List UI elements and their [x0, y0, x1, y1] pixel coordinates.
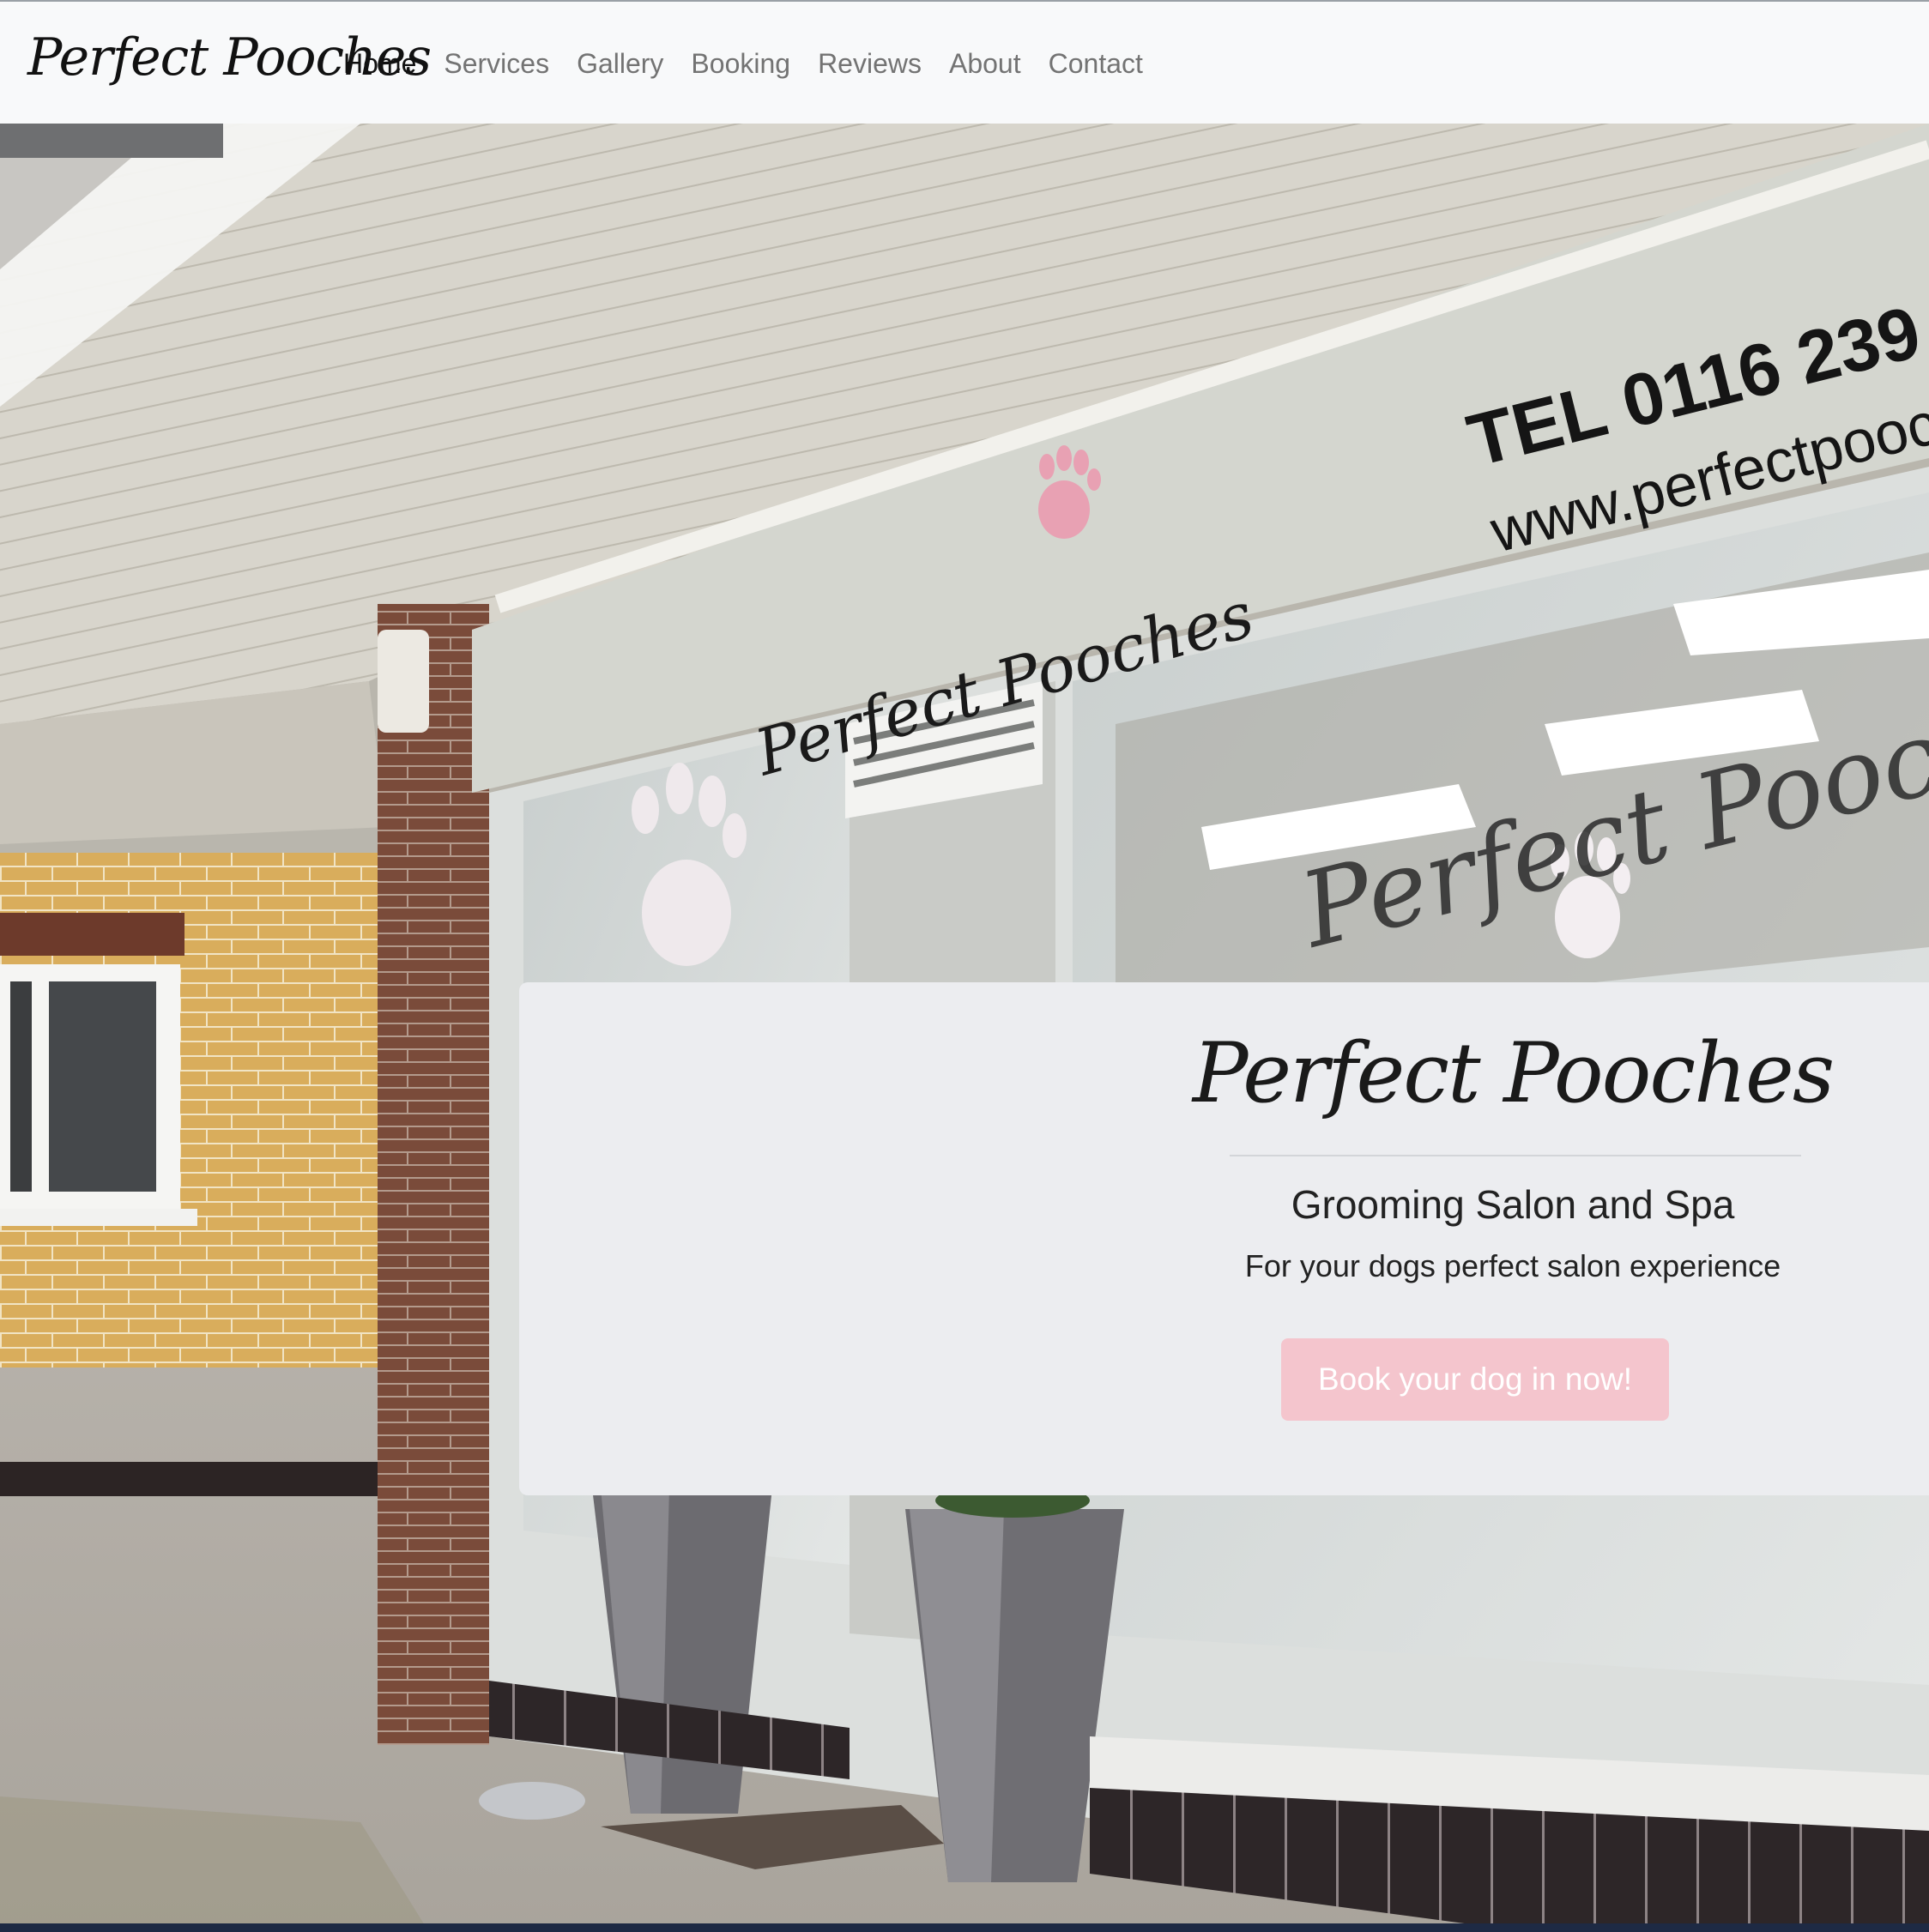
- page-bottom-strip: [0, 1923, 1929, 1932]
- jumbotron-divider: [1230, 1155, 1801, 1156]
- nav-link-home[interactable]: Home: [343, 48, 416, 80]
- nav-links: Home Services Gallery Booking Reviews Ab…: [343, 2, 1143, 125]
- jumbotron-lead: For your dogs perfect salon experience: [1244, 1248, 1781, 1283]
- jumbotron-subtitle: Grooming Salon and Spa: [1291, 1182, 1735, 1227]
- page: Perfect Pooches Home Services Gallery Bo…: [0, 0, 1929, 1932]
- hero-jumbotron: Perfect Pooches Grooming Salon and Spa F…: [519, 982, 1929, 1495]
- nav-link-contact[interactable]: Contact: [1049, 48, 1143, 80]
- nav-link-services[interactable]: Services: [444, 48, 549, 80]
- nav-link-about[interactable]: About: [949, 48, 1021, 80]
- jumbotron-content: Perfect Pooches Grooming Salon and Spa F…: [1187, 982, 1839, 1495]
- dog-water-bowl: [479, 1782, 585, 1820]
- jumbotron-title: Perfect Pooches: [1192, 1025, 1835, 1121]
- nav-link-reviews[interactable]: Reviews: [818, 48, 922, 80]
- navbar: Perfect Pooches Home Services Gallery Bo…: [0, 0, 1929, 124]
- book-now-button[interactable]: Book your dog in now!: [1281, 1338, 1669, 1421]
- nav-link-gallery[interactable]: Gallery: [577, 48, 663, 80]
- nav-link-booking[interactable]: Booking: [691, 48, 790, 80]
